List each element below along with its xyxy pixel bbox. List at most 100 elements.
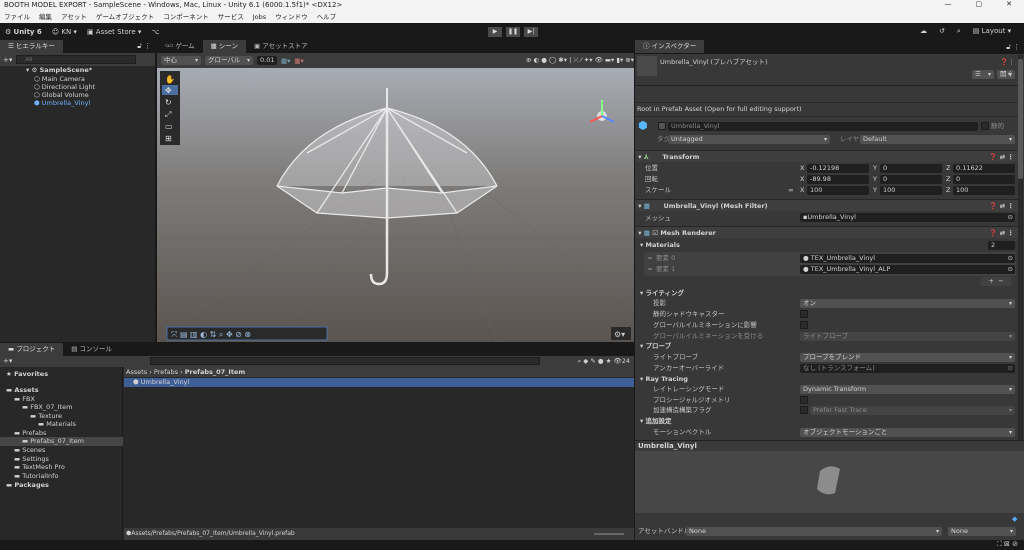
project-tree-item[interactable]: ▬ Materials [38, 420, 76, 429]
account-button[interactable]: ☺ KN ▾ [52, 28, 77, 36]
menu-window[interactable]: ウィンドウ [275, 11, 308, 23]
transform-y-field[interactable]: 100 [880, 186, 942, 195]
accel-checkbox[interactable] [800, 406, 808, 414]
search-icon[interactable]: ⌕ [957, 27, 961, 36]
project-tree-item[interactable]: ▬ Assets [6, 386, 39, 395]
materials-size-field[interactable]: 2 [988, 241, 1015, 250]
motion-vectors-dropdown[interactable]: オブジェクトモーションごと [800, 428, 1015, 437]
cloud-icon[interactable]: ☁ [920, 27, 927, 36]
add-button[interactable]: +▾ [3, 56, 12, 64]
inspector-lock-icon[interactable]: 🔓︎ ⋮ [1006, 40, 1024, 54]
grid-snap-icon[interactable]: ▦▾ [281, 57, 290, 65]
transform-z-field[interactable]: 0 [953, 175, 1015, 184]
material-field[interactable]: ● TEX_Umbrella_Vinyl ⊙ [800, 254, 1015, 263]
transform-z-field[interactable]: 100 [953, 186, 1015, 195]
procedural-checkbox[interactable] [800, 396, 808, 404]
hierarchy-search-input[interactable] [16, 55, 137, 64]
transform-x-field[interactable]: -0.12198 [807, 164, 869, 173]
cast-shadows-dropdown[interactable]: オン [800, 299, 1015, 308]
tab-console[interactable]: ▤ コンソール [63, 343, 120, 356]
gi-checkbox[interactable] [800, 321, 808, 329]
transform-x-field[interactable]: 100 [807, 186, 869, 195]
tag-dropdown[interactable]: Untagged [668, 135, 830, 144]
scene-item[interactable]: ▾ ⚙ SampleScene* [26, 66, 92, 75]
anchor-override-field[interactable]: なし (トランスフォーム) ⊙ [800, 364, 1015, 373]
light-probes-dropdown[interactable]: プローブをブレンド [800, 353, 1015, 362]
close-button[interactable]: ✕ [1006, 0, 1012, 11]
layout-dropdown[interactable]: ▤ Layout ▾ [973, 27, 1011, 36]
snap-field[interactable]: 0.01 [257, 56, 277, 65]
minimize-button[interactable]: — [945, 0, 952, 11]
name-field[interactable]: Umbrella_Vinyl [668, 122, 978, 131]
static-shadow-checkbox[interactable] [800, 310, 808, 318]
mesh-field[interactable]: ▪Umbrella_Vinyl ⊙ [800, 213, 1015, 222]
tab-project[interactable]: ▬ プロジェクト [0, 343, 64, 356]
rt-mode-dropdown[interactable]: Dynamic Transform [800, 385, 1015, 394]
grid-icon[interactable]: ▦▾ [294, 57, 303, 65]
asset-bundle-variant-dropdown[interactable]: None [948, 527, 1016, 536]
preview-area[interactable] [635, 451, 1024, 513]
help-icon[interactable]: ❓⋮ [1000, 58, 1015, 67]
transform-y-field[interactable]: 0 [880, 175, 942, 184]
menu-gameobject[interactable]: ゲームオブジェクト [96, 11, 154, 23]
hierarchy-item-selected[interactable]: ⬢ Umbrella_Vinyl [34, 99, 90, 108]
menu-component[interactable]: コンポーネント [163, 11, 209, 23]
transform-z-field[interactable]: 0.11622 [953, 164, 1015, 173]
add-remove-material-buttons[interactable]: + − [981, 277, 1011, 286]
mesh-filter-header[interactable]: ▾ ▦ Umbrella_Vinyl (Mesh Filter) ❓ ⇄ ⋮ [636, 199, 1018, 211]
asset-bundle-dropdown[interactable]: None [686, 527, 942, 536]
static-checkbox[interactable] [981, 122, 989, 130]
tab-inspector[interactable]: ⓘ インスペクター [635, 40, 705, 53]
status-icons[interactable]: ⛶ ⊠ ⊘ [997, 540, 1018, 549]
ray-tracing-foldout[interactable]: ▾ Ray Tracing [640, 375, 688, 384]
project-tree-item[interactable]: ▬ Packages [6, 481, 49, 490]
menu-services[interactable]: サービス [218, 11, 244, 23]
space-dropdown[interactable]: グローバル [205, 56, 253, 65]
menu-edit[interactable]: 編集 [39, 11, 52, 23]
transform-x-field[interactable]: -89.98 [807, 175, 869, 184]
probes-foldout[interactable]: ▾ プローブ [640, 342, 671, 351]
breadcrumb-item[interactable]: Prefabs [154, 368, 178, 376]
mesh-renderer-header[interactable]: ▾ ▦ ☑ Mesh Renderer ❓ ⇄ ⋮ [636, 226, 1018, 238]
unity-button[interactable]: ⚙ Unity 6 [5, 28, 42, 36]
additional-settings-foldout[interactable]: ▾ 追加設定 [640, 417, 672, 426]
inspector-scrollbar[interactable] [1018, 55, 1023, 440]
asset-store-button[interactable]: ▣ Asset Store ▾ [87, 28, 141, 36]
overrides-dropdown[interactable]: ☰ [972, 70, 994, 79]
asset-label-icon[interactable]: ◆ [1012, 515, 1017, 523]
project-search-input[interactable] [150, 357, 540, 365]
tab-game[interactable]: 👓︎ ゲーム [157, 40, 203, 53]
project-tree-item[interactable]: ▬ Scenes [14, 446, 45, 455]
history-icon[interactable]: ↺ [939, 27, 945, 36]
transform-y-field[interactable]: 0 [880, 164, 942, 173]
scene-viewport[interactable]: ✋ ✥ ↻ ⤢ ▭ ⊞ ⤧ ▤ ▥ ◐ ⇅ ⌕ ✥ ⊘ ⊗ ⚙▾ [157, 68, 634, 342]
asset-item-selected[interactable]: ⬢ Umbrella_Vinyl [124, 378, 634, 387]
transform-header[interactable]: ▾ ⅄ Transform ❓ ⇄ ⋮ [636, 150, 1018, 162]
icon-size-slider[interactable] [594, 533, 624, 535]
draw-mode-icons[interactable]: ⊕ ◐ ● ◯ ✱▾ | ⤫ ⁄ ✦▾ 👁︎ ▬▾ ▮▾ ⊕▾ [526, 56, 634, 65]
menu-jobs[interactable]: Jobs [253, 11, 266, 23]
link-scale-icon[interactable]: ∞ [788, 186, 793, 195]
breadcrumb-item[interactable]: Prefabs_07_Item [185, 368, 245, 376]
menu-assets[interactable]: アセット [61, 11, 87, 23]
pause-button[interactable]: ❚❚ [506, 27, 520, 37]
materials-foldout[interactable]: ▾ Materials [640, 241, 680, 250]
lock-icon[interactable]: 🔓︎ ⋮ [137, 40, 155, 53]
menu-file[interactable]: ファイル [4, 11, 30, 23]
project-tree-item[interactable]: ▬ TutorialInfo [14, 472, 58, 481]
preview-header[interactable]: Umbrella_Vinyl [635, 440, 1024, 451]
project-tree-item[interactable]: ★ Favorites [6, 370, 48, 379]
step-button[interactable]: ▶| [524, 27, 538, 37]
pivot-dropdown[interactable]: 中心 [161, 56, 201, 65]
project-tree-item[interactable]: ▬ TextMesh Pro [14, 463, 65, 472]
project-tree-item[interactable]: ▬ FBX_07_Item [22, 403, 72, 412]
tab-scene[interactable]: ▦ シーン [202, 40, 247, 53]
play-button[interactable]: ▶ [488, 27, 502, 37]
active-checkbox[interactable] [658, 122, 666, 130]
open-button[interactable]: 開く [997, 70, 1015, 79]
maximize-button[interactable]: ▢ [976, 0, 983, 11]
tab-hierarchy[interactable]: ☰ ヒエラルキー [0, 40, 63, 53]
layer-dropdown[interactable]: Default [860, 135, 1015, 144]
menu-help[interactable]: ヘルプ [317, 11, 337, 23]
lighting-foldout[interactable]: ▾ ライティング [640, 289, 684, 298]
